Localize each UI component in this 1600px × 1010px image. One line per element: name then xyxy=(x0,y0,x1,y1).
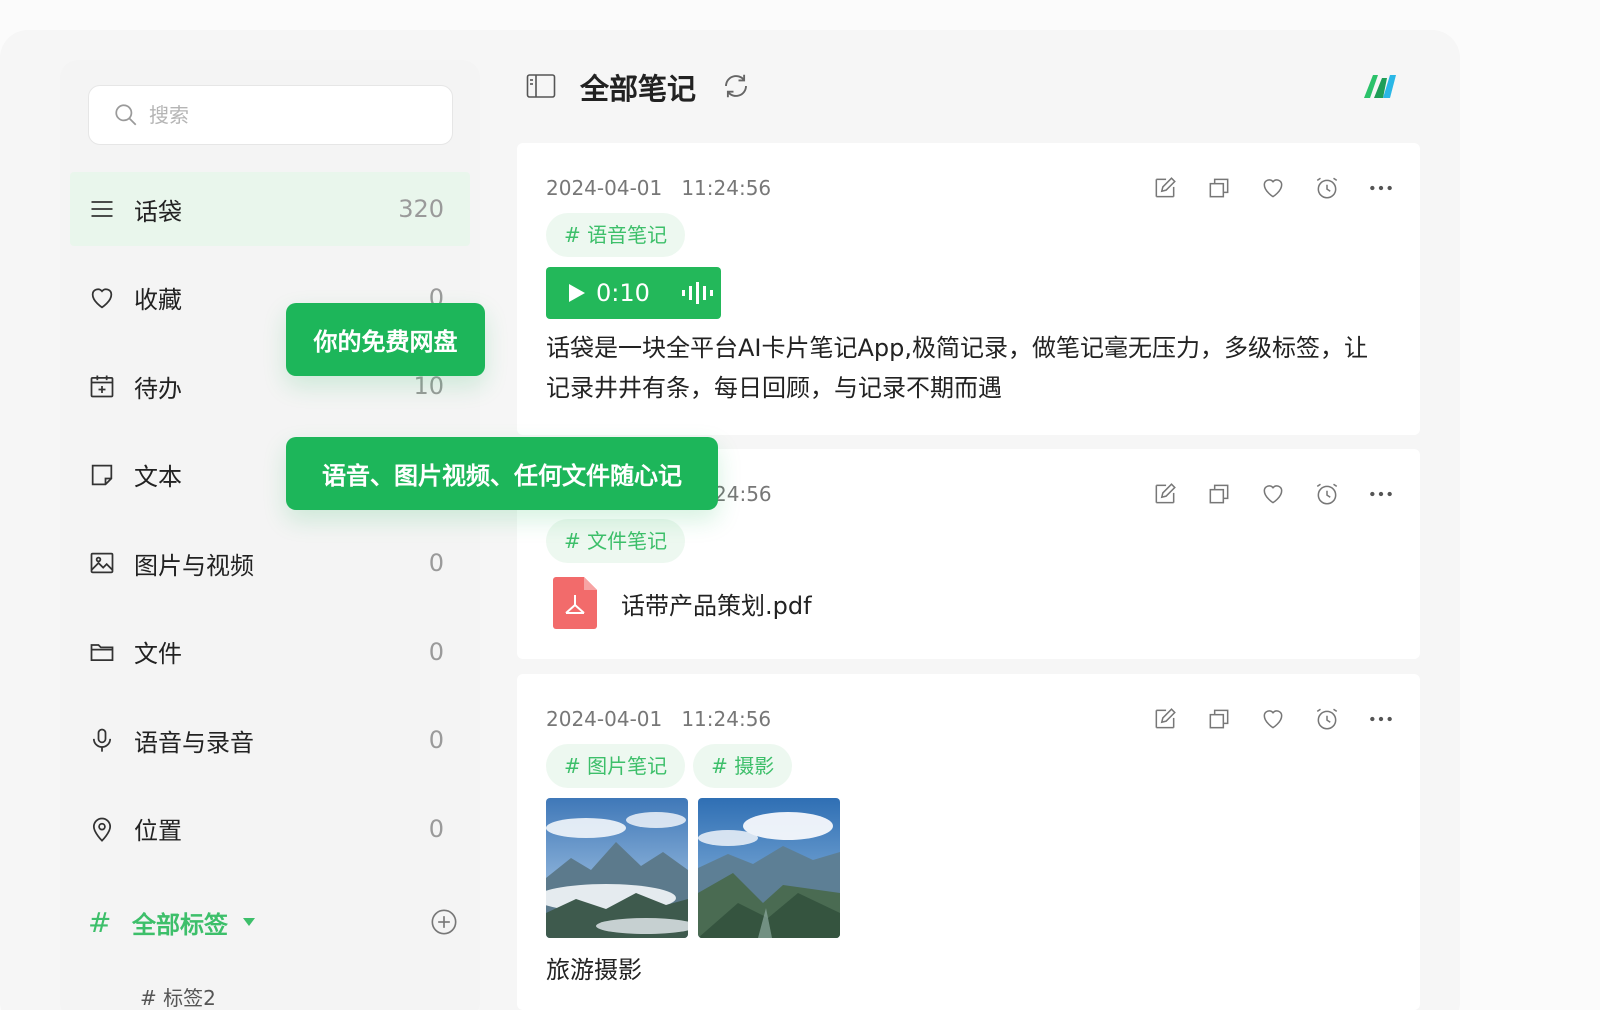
copy-icon[interactable] xyxy=(1206,706,1232,732)
app-logo-icon xyxy=(1364,75,1396,98)
note-tags: # 图片笔记 # 摄影 xyxy=(546,744,800,788)
edit-icon[interactable] xyxy=(1152,481,1178,507)
menu-icon xyxy=(91,201,113,217)
copy-icon[interactable] xyxy=(1206,481,1232,507)
note-time: 11:24:56 xyxy=(681,176,772,200)
note-tag[interactable]: # 摄影 xyxy=(693,744,793,788)
heart-icon[interactable] xyxy=(1260,706,1286,732)
sidebar-item-label: 文件 xyxy=(134,640,182,668)
caret-down-icon xyxy=(243,918,255,926)
edit-icon[interactable] xyxy=(1152,175,1178,201)
sidebar-item-voice[interactable]: 语音与录音 0 xyxy=(70,703,470,777)
callout-media-support: 语音、图片视频、任何文件随心记 xyxy=(286,437,718,510)
valley-photo xyxy=(698,798,840,938)
sidebar-item-count: 0 xyxy=(428,726,444,754)
sidebar-item-count: 0 xyxy=(428,549,444,577)
heart-icon xyxy=(91,287,113,308)
sidebar-item-label: 语音与录音 xyxy=(134,728,254,757)
note-actions xyxy=(1152,706,1394,732)
sidebar-item-media[interactable]: 图片与视频 0 xyxy=(70,526,470,600)
note-card-image[interactable]: 2024-04-01 11:24:56 # 图片笔记 # 摄影 旅游摄影 xyxy=(517,674,1420,1010)
note-tags: # 文件笔记 xyxy=(546,519,693,563)
sidebar-item-label: 话袋 xyxy=(134,197,182,226)
sidebar-item-files[interactable]: 文件 0 xyxy=(70,615,470,689)
callout-free-storage: 你的免费网盘 xyxy=(286,303,485,376)
note-tag[interactable]: # 语音笔记 xyxy=(546,213,686,257)
location-pin-icon xyxy=(92,817,112,842)
all-tags-toggle[interactable]: # 全部标签 xyxy=(88,895,458,949)
add-tag-icon[interactable] xyxy=(430,908,458,936)
note-tags: # 语音笔记 xyxy=(546,213,693,257)
heart-icon[interactable] xyxy=(1260,175,1286,201)
audio-duration: 0:10 xyxy=(596,279,650,307)
search-box[interactable] xyxy=(88,85,453,145)
waveform-icon xyxy=(681,282,713,304)
image-thumbnail[interactable] xyxy=(546,798,688,938)
refresh-icon[interactable] xyxy=(721,71,751,101)
note-timestamp: 2024-04-01 11:24:56 xyxy=(546,176,771,200)
sub-tag-item[interactable]: # 标签2 xyxy=(140,982,216,1010)
audio-player[interactable]: 0:10 xyxy=(546,267,721,319)
calendar-icon xyxy=(90,375,114,398)
note-card-voice[interactable]: 2024-04-01 11:24:56 # 语音笔记 0:10 话袋是一块全平台… xyxy=(517,143,1420,435)
file-attachment[interactable]: 话带产品策划.pdf xyxy=(553,577,812,629)
page-title: 全部笔记 xyxy=(580,72,697,106)
sidebar-item-all[interactable]: 话袋 320 xyxy=(70,172,470,246)
hash-icon: # xyxy=(88,905,112,939)
file-name: 话带产品策划.pdf xyxy=(621,591,812,620)
image-gallery xyxy=(546,798,840,938)
more-icon[interactable] xyxy=(1368,706,1394,732)
edit-icon[interactable] xyxy=(1152,706,1178,732)
search-input[interactable] xyxy=(149,103,429,127)
note-actions xyxy=(1152,175,1394,201)
note-text: 话袋是一块全平台AI卡片笔记App,极简记录，做笔记毫无压力，多级标签，让记录井… xyxy=(546,334,1369,402)
alarm-clock-icon[interactable] xyxy=(1314,175,1340,201)
more-icon[interactable] xyxy=(1368,175,1394,201)
sidebar-item-count: 10 xyxy=(413,372,444,400)
alarm-clock-icon[interactable] xyxy=(1314,481,1340,507)
sidebar-item-location[interactable]: 位置 0 xyxy=(70,792,470,866)
mountain-photo xyxy=(546,798,688,938)
note-tag[interactable]: # 文件笔记 xyxy=(546,519,686,563)
note-timestamp: 2024-04-01 11:24:56 xyxy=(546,707,771,731)
alarm-clock-icon[interactable] xyxy=(1314,706,1340,732)
note-date: 2024-04-01 xyxy=(546,707,663,731)
more-icon[interactable] xyxy=(1368,481,1394,507)
image-thumbnail[interactable] xyxy=(698,798,840,938)
sidebar-item-label: 位置 xyxy=(134,817,182,845)
sidebar-toggle-icon[interactable] xyxy=(526,72,556,100)
note-icon xyxy=(91,464,113,485)
note-time: 11:24:56 xyxy=(681,707,772,731)
image-icon xyxy=(90,552,114,574)
search-icon xyxy=(115,104,137,126)
pdf-file-icon xyxy=(553,577,597,629)
heart-icon[interactable] xyxy=(1260,481,1286,507)
note-date: 2024-04-01 xyxy=(546,176,663,200)
sidebar-item-label: 图片与视频 xyxy=(134,551,254,580)
sidebar-item-count: 320 xyxy=(398,195,444,223)
copy-icon[interactable] xyxy=(1206,175,1232,201)
sidebar-item-count: 0 xyxy=(428,637,444,666)
note-timestamp: 24:56 xyxy=(714,482,772,506)
all-tags-label: 全部标签 xyxy=(132,910,228,939)
play-icon xyxy=(569,284,585,302)
folder-icon xyxy=(90,643,114,661)
microphone-icon xyxy=(92,728,112,752)
sidebar-item-count: 0 xyxy=(428,814,444,843)
note-tag[interactable]: # 图片笔记 xyxy=(546,744,686,788)
note-caption: 旅游摄影 xyxy=(546,956,642,984)
sidebar-nav: 话袋 320 收藏 0 待办 10 文本 0 图片与视频 0 文件 0 语音与录… xyxy=(70,172,470,880)
note-actions xyxy=(1152,481,1394,507)
